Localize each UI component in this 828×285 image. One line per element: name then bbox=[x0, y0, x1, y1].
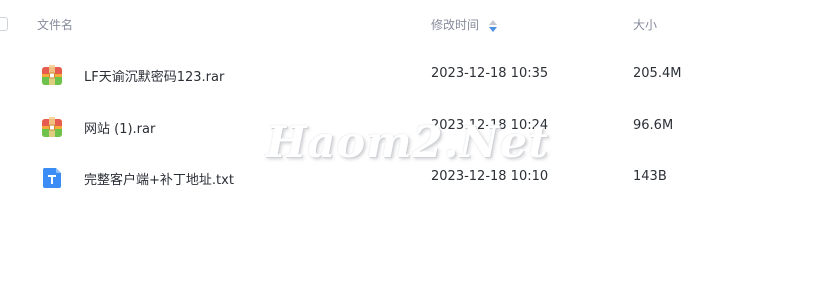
list-header: 文件名 修改时间 大小 bbox=[0, 0, 828, 48]
txt-document-icon bbox=[42, 168, 61, 188]
rar-archive-icon bbox=[42, 117, 62, 137]
column-header-modified-label: 修改时间 bbox=[431, 18, 480, 32]
file-modified: 2023-12-18 10:35 bbox=[431, 66, 549, 81]
column-header-modified[interactable]: 修改时间 bbox=[431, 16, 498, 33]
sort-icon[interactable] bbox=[489, 19, 498, 32]
file-size: 205.4M bbox=[633, 66, 682, 81]
rar-archive-icon bbox=[42, 65, 62, 85]
column-header-size[interactable]: 大小 bbox=[633, 16, 657, 33]
file-size: 143B bbox=[633, 169, 667, 184]
file-name[interactable]: 网站 (1).rar bbox=[84, 118, 155, 137]
select-all-checkbox[interactable] bbox=[0, 17, 8, 31]
table-row[interactable]: 网站 (1).rar 2023-12-18 10:24 96.6M bbox=[0, 100, 828, 152]
file-name[interactable]: LF天谕沉默密码123.rar bbox=[84, 66, 224, 85]
file-modified: 2023-12-18 10:24 bbox=[431, 118, 549, 133]
file-size: 96.6M bbox=[633, 118, 674, 133]
table-row[interactable]: 完整客户端+补丁地址.txt 2023-12-18 10:10 143B bbox=[0, 151, 828, 203]
column-header-name[interactable]: 文件名 bbox=[37, 16, 73, 33]
file-name[interactable]: 完整客户端+补丁地址.txt bbox=[84, 169, 234, 188]
file-list: 文件名 修改时间 大小 LF天谕沉默密码123.rar 2023-12-18 1… bbox=[0, 0, 828, 285]
table-row[interactable]: LF天谕沉默密码123.rar 2023-12-18 10:35 205.4M bbox=[0, 48, 828, 100]
file-modified: 2023-12-18 10:10 bbox=[431, 169, 549, 184]
